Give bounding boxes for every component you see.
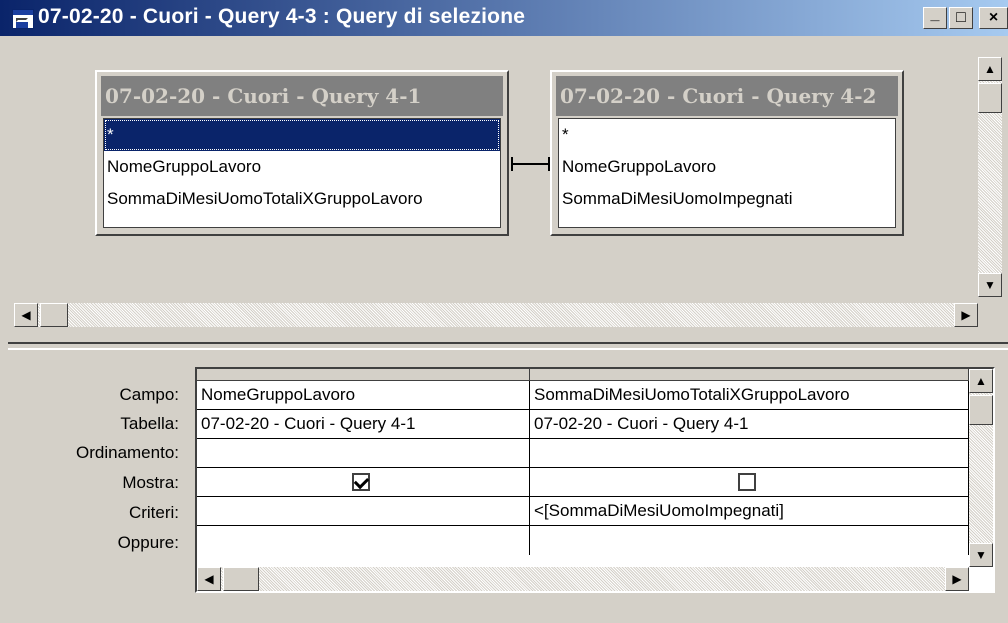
window-title-bar[interactable]: 07-02-20 - Cuori - Query 4-3 : Query di … <box>0 0 1008 36</box>
field-item-all[interactable]: * <box>104 119 500 151</box>
column-selector[interactable] <box>530 369 969 381</box>
field-item[interactable]: SommaDiMesiUomoImpegnati <box>559 183 895 215</box>
row-label-or: Oppure: <box>117 533 179 552</box>
query-window-icon[interactable] <box>12 9 34 29</box>
close-icon: × <box>988 9 999 26</box>
scroll-left-icon[interactable]: ◀ <box>14 303 38 327</box>
field-list-title[interactable]: 07-02-20 - Cuori - Query 4-1 <box>101 76 503 116</box>
join-line-end <box>511 157 513 171</box>
checkmark-icon <box>353 473 370 490</box>
show-checkbox[interactable] <box>352 473 370 491</box>
grid-cell-table[interactable]: 07-02-20 - Cuori - Query 4-1 <box>530 410 969 439</box>
row-label-field: Campo: <box>119 385 179 404</box>
grid-cell-table[interactable]: 07-02-20 - Cuori - Query 4-1 <box>197 410 530 439</box>
minimize-icon: _ <box>930 6 940 23</box>
scroll-down-icon[interactable]: ▼ <box>978 273 1002 297</box>
join-line[interactable] <box>511 163 549 165</box>
scroll-right-icon[interactable]: ▶ <box>954 303 978 327</box>
grid-vertical-scrollbar[interactable]: ▲ ▼ <box>969 369 993 567</box>
upper-vertical-scrollbar[interactable]: ▲ ▼ <box>978 57 1002 297</box>
close-button[interactable]: × <box>979 7 1008 29</box>
window-title: 07-02-20 - Cuori - Query 4-3 : Query di … <box>38 5 526 28</box>
scroll-thumb[interactable] <box>978 83 1002 113</box>
field-item[interactable]: NomeGruppoLavoro <box>559 151 895 183</box>
grid-cell-show[interactable] <box>197 468 530 497</box>
grid-cell-criteria[interactable] <box>197 497 530 526</box>
scroll-right-icon[interactable]: ▶ <box>945 567 969 591</box>
field-item[interactable]: SommaDiMesiUomoTotaliXGruppoLavoro <box>104 183 500 215</box>
scroll-down-icon[interactable]: ▼ <box>969 543 993 567</box>
grid-cell-or[interactable] <box>530 526 969 555</box>
field-list[interactable]: * NomeGruppoLavoro SommaDiMesiUomoTotali… <box>103 118 501 228</box>
grid-cell-field[interactable]: SommaDiMesiUomoTotaliXGruppoLavoro <box>530 381 969 410</box>
table-pane[interactable]: 07-02-20 - Cuori - Query 4-1 * NomeGrupp… <box>8 45 1008 337</box>
row-label-table: Tabella: <box>120 414 179 433</box>
field-item-all[interactable]: * <box>559 119 895 151</box>
join-line-end <box>548 157 550 171</box>
row-label-criteria: Criteri: <box>128 503 179 522</box>
field-item[interactable]: NomeGruppoLavoro <box>104 151 500 183</box>
maximize-icon: □ <box>956 9 966 26</box>
scroll-left-icon[interactable]: ◀ <box>197 567 221 591</box>
upper-horizontal-scrollbar[interactable]: ◀ ▶ <box>14 303 978 327</box>
scroll-thumb[interactable] <box>223 567 259 591</box>
pane-splitter[interactable] <box>8 342 1008 350</box>
grid-cell-sort[interactable] <box>197 439 530 468</box>
grid-horizontal-scrollbar[interactable]: ◀ ▶ <box>197 567 969 591</box>
scroll-up-icon[interactable]: ▲ <box>969 369 993 393</box>
row-label-show: Mostra: <box>122 473 179 492</box>
grid-cell-show[interactable] <box>530 468 969 497</box>
grid-cell-sort[interactable] <box>530 439 969 468</box>
grid-cell-field[interactable]: NomeGruppoLavoro <box>197 381 530 410</box>
field-list-query-4-1[interactable]: 07-02-20 - Cuori - Query 4-1 * NomeGrupp… <box>95 70 509 236</box>
show-checkbox[interactable] <box>738 473 756 491</box>
grid-cell-criteria[interactable]: <[SommaDiMesiUomoImpegnati] <box>530 497 969 526</box>
grid-cell-or[interactable] <box>197 526 530 555</box>
scroll-up-icon[interactable]: ▲ <box>978 57 1002 81</box>
column-selector[interactable] <box>197 369 530 381</box>
field-list[interactable]: * NomeGruppoLavoro SommaDiMesiUomoImpegn… <box>558 118 896 228</box>
scroll-thumb[interactable] <box>40 303 68 327</box>
field-list-title[interactable]: 07-02-20 - Cuori - Query 4-2 <box>556 76 898 116</box>
scroll-thumb[interactable] <box>969 395 993 425</box>
minimize-button[interactable]: _ <box>923 7 947 29</box>
row-label-sort: Ordinamento: <box>76 443 179 462</box>
maximize-button[interactable]: □ <box>949 7 973 29</box>
query-design-grid[interactable]: NomeGruppoLavoro 07-02-20 - Cuori - Quer… <box>195 367 995 593</box>
field-list-query-4-2[interactable]: 07-02-20 - Cuori - Query 4-2 * NomeGrupp… <box>550 70 904 236</box>
